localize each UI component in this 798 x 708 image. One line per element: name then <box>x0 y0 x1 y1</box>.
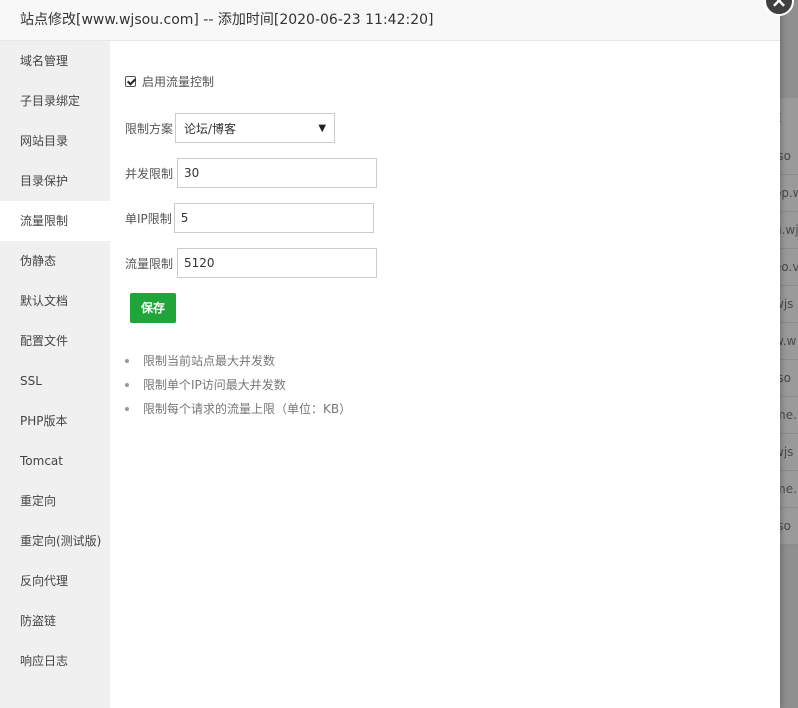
sidebar-item-config-file[interactable]: 配置文件 <box>0 321 110 361</box>
sidebar-item-default-document[interactable]: 默认文档 <box>0 281 110 321</box>
tip-item: 限制每个请求的流量上限（单位：KB） <box>125 397 351 421</box>
scheme-label: 限制方案 <box>125 121 174 136</box>
per-ip-input[interactable]: 5 <box>173 203 374 233</box>
per-ip-row: 单IP限制 5 <box>125 203 374 233</box>
tips-list: 限制当前站点最大并发数 限制单个IP访问最大并发数 限制每个请求的流量上限（单位… <box>125 349 351 421</box>
enable-traffic-label[interactable]: 启用流量控制 <box>142 73 214 90</box>
scheme-row: 限制方案 论坛/博客 ▼ <box>125 113 336 143</box>
sidebar-item-domain[interactable]: 域名管理 <box>0 41 110 81</box>
sidebar-item-ssl[interactable]: SSL <box>0 361 110 401</box>
sidebar-item-traffic-limit[interactable]: 流量限制 <box>0 201 110 241</box>
bullet-icon <box>125 383 129 387</box>
enable-traffic-control-row[interactable]: 启用流量控制 <box>125 73 214 90</box>
concurrency-label: 并发限制 <box>125 166 174 181</box>
sidebar-item-subdir-binding[interactable]: 子目录绑定 <box>0 81 110 121</box>
scheme-select[interactable]: 论坛/博客 ▼ <box>175 113 336 143</box>
per-ip-label: 单IP限制 <box>125 211 172 226</box>
sidebar-item-site-directory[interactable]: 网站目录 <box>0 121 110 161</box>
sidebar-item-php-version[interactable]: PHP版本 <box>0 401 110 441</box>
scheme-selected-value: 论坛/博客 <box>184 121 237 136</box>
sidebar-item-redirect-beta[interactable]: 重定向(测试版) <box>0 521 110 561</box>
tip-item: 限制单个IP访问最大并发数 <box>125 373 351 397</box>
traffic-row: 流量限制 5120 <box>125 248 378 278</box>
sidebar-item-redirect[interactable]: 重定向 <box>0 481 110 521</box>
sidebar-item-dir-protection[interactable]: 目录保护 <box>0 161 110 201</box>
sidebar: 域名管理 子目录绑定 网站目录 目录保护 流量限制 伪静态 默认文档 配置文件 … <box>0 41 110 708</box>
tip-text: 限制每个请求的流量上限（单位：KB） <box>143 402 352 416</box>
concurrency-row: 并发限制 30 <box>125 158 378 188</box>
dropdown-arrow-icon: ▼ <box>318 122 327 134</box>
sidebar-item-rewrite[interactable]: 伪静态 <box>0 241 110 281</box>
sidebar-item-reverse-proxy[interactable]: 反向代理 <box>0 561 110 601</box>
sidebar-item-hotlink-protection[interactable]: 防盗链 <box>0 601 110 641</box>
sidebar-item-tomcat[interactable]: Tomcat <box>0 441 110 481</box>
dialog-title: 站点修改[www.wjsou.com] -- 添加时间[2020-06-23 1… <box>0 0 780 41</box>
tip-text: 限制单个IP访问最大并发数 <box>143 378 286 392</box>
sidebar-item-response-log[interactable]: 响应日志 <box>0 641 110 681</box>
bullet-icon <box>125 359 129 363</box>
site-edit-dialog: 站点修改[www.wjsou.com] -- 添加时间[2020-06-23 1… <box>0 0 780 708</box>
tip-item: 限制当前站点最大并发数 <box>125 349 351 373</box>
traffic-input[interactable]: 5120 <box>177 248 378 278</box>
bullet-icon <box>125 407 129 411</box>
save-button[interactable]: 保存 <box>130 293 176 323</box>
traffic-limit-panel: 启用流量控制 限制方案 论坛/博客 ▼ 并发限制 30 单IP限制 5 流量限制… <box>125 41 765 708</box>
enable-traffic-checkbox[interactable] <box>125 76 136 87</box>
concurrency-input[interactable]: 30 <box>177 158 378 188</box>
tip-text: 限制当前站点最大并发数 <box>143 354 276 368</box>
traffic-label: 流量限制 <box>125 256 174 271</box>
